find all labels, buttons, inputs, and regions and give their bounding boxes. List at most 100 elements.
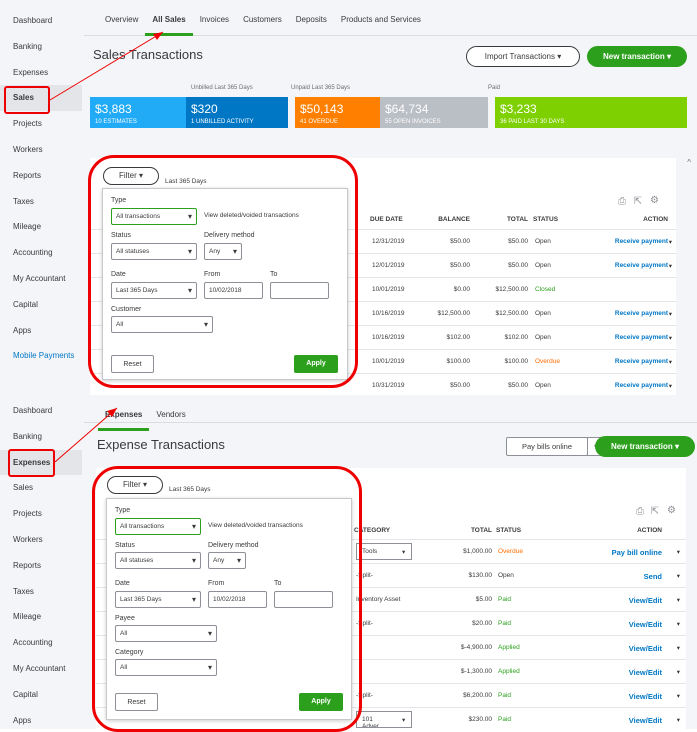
money-tile-3[interactable]: $64,734 55 OPEN INVOICES [380, 97, 488, 128]
sidebar-item-reports[interactable]: Reports [0, 553, 82, 579]
action-link[interactable]: View/Edit [629, 644, 662, 653]
sidebar-item-apps[interactable]: Apps [0, 708, 82, 729]
balance: $100.00 [446, 358, 471, 365]
action-link[interactable]: Pay bill online [612, 548, 662, 557]
status: Open [535, 310, 551, 317]
action-dropdown-icon[interactable]: ▾ [669, 310, 672, 318]
sidebar: Dashboard Banking Expenses Sales Projects Wor… [0, 395, 82, 729]
status: Applied [498, 668, 520, 675]
action-link[interactable]: Send [644, 572, 662, 581]
receive-payment-link[interactable]: Receive payment [615, 382, 668, 389]
sidebar-item-reports[interactable]: Reports [0, 163, 82, 189]
action-link[interactable]: View/Edit [629, 620, 662, 629]
money-label: 1 UNBILLED ACTIVITY [191, 119, 254, 125]
total: $50.00 [508, 262, 528, 269]
action-dropdown-icon[interactable]: ▾ [677, 620, 680, 628]
action-dropdown-icon[interactable]: ▾ [677, 548, 680, 556]
sidebar-item-taxes[interactable]: Taxes [0, 189, 82, 215]
sidebar-item-expenses[interactable]: Expenses [0, 60, 82, 86]
action-dropdown-icon[interactable]: ▾ [677, 692, 680, 700]
sidebar-item-mobile-payments[interactable]: Mobile Payments [0, 343, 82, 369]
action-dropdown-icon[interactable]: ▾ [669, 382, 672, 390]
action-dropdown-icon[interactable]: ▾ [677, 596, 680, 604]
category-dropdown-icon[interactable]: ▾ [402, 716, 405, 724]
balance: $0.00 [453, 286, 470, 293]
tab-invoices[interactable]: Invoices [193, 0, 236, 36]
money-tile-2[interactable]: $50,143 41 OVERDUE [295, 97, 380, 128]
settings-icon[interactable]: ⚙ [667, 505, 676, 516]
sidebar: Dashboard Banking Expenses Sales Projects Wor… [0, 0, 82, 395]
action-dropdown-icon[interactable]: ▾ [677, 572, 680, 580]
status: Overdue [535, 358, 560, 365]
sidebar-item-taxes[interactable]: Taxes [0, 579, 82, 605]
sidebar-item-projects[interactable]: Projects [0, 111, 82, 137]
pay-bills-online-button[interactable]: Pay bills online▾ [506, 437, 605, 456]
unpaid-label: Unpaid Last 365 Days [291, 85, 351, 91]
sidebar-item-capital[interactable]: Capital [0, 682, 82, 708]
sidebar-item-sales[interactable]: Sales [0, 475, 82, 501]
tab-overview[interactable]: Overview [98, 0, 145, 36]
receive-payment-link[interactable]: Receive payment [615, 358, 668, 365]
money-tile-4[interactable]: $3,233 36 PAID LAST 30 DAYS [495, 97, 687, 128]
action-dropdown-icon[interactable]: ▾ [669, 358, 672, 366]
due-date: 10/16/2019 [372, 310, 405, 317]
money-tile-0[interactable]: $3,883 10 ESTIMATES [90, 97, 186, 128]
action-dropdown-icon[interactable]: ▾ [677, 668, 680, 676]
sidebar-item-mileage[interactable]: Mileage [0, 604, 82, 630]
action-dropdown-icon[interactable]: ▾ [669, 334, 672, 342]
action-link[interactable]: View/Edit [629, 596, 662, 605]
money-tile-1[interactable]: $320 1 UNBILLED ACTIVITY [186, 97, 288, 128]
action-link[interactable]: View/Edit [629, 668, 662, 677]
sidebar-item-dashboard[interactable]: Dashboard [0, 8, 82, 34]
sidebar-item-banking[interactable]: Banking [0, 34, 82, 60]
sidebar-item-my-accountant[interactable]: My Accountant [0, 266, 82, 292]
action-link[interactable]: View/Edit [629, 692, 662, 701]
action-dropdown-icon[interactable]: ▾ [669, 262, 672, 270]
status: Open [535, 334, 551, 341]
collapse-icon[interactable]: ^ [687, 158, 691, 167]
sidebar-item-workers[interactable]: Workers [0, 527, 82, 553]
receive-payment-link[interactable]: Receive payment [615, 262, 668, 269]
tab-products-and-services[interactable]: Products and Services [334, 0, 428, 36]
tabs: Expenses Vendors [84, 395, 697, 431]
sidebar-item-mileage[interactable]: Mileage [0, 214, 82, 240]
category-dropdown-icon[interactable]: ▾ [402, 548, 405, 556]
sidebar-item-workers[interactable]: Workers [0, 137, 82, 163]
balance: $12,500.00 [437, 310, 470, 317]
action-dropdown-icon[interactable]: ▾ [677, 644, 680, 652]
tab-vendors[interactable]: Vendors [149, 395, 192, 431]
action-dropdown-icon[interactable]: ▾ [669, 238, 672, 246]
sidebar-item-projects[interactable]: Projects [0, 501, 82, 527]
tab-all-sales[interactable]: All Sales [145, 0, 193, 36]
receive-payment-link[interactable]: Receive payment [615, 310, 668, 317]
new-transaction-button[interactable]: New transaction ▾ [595, 436, 695, 457]
tab-customers[interactable]: Customers [236, 0, 289, 36]
sidebar-item-banking[interactable]: Banking [0, 424, 82, 450]
tab-expenses[interactable]: Expenses [98, 395, 150, 431]
sidebar-item-dashboard[interactable]: Dashboard [0, 398, 82, 424]
sidebar-item-apps[interactable]: Apps [0, 318, 82, 344]
action-link[interactable]: View/Edit [629, 716, 662, 725]
sidebar-item-my-accountant[interactable]: My Accountant [0, 656, 82, 682]
import-transactions-button[interactable]: Import Transactions ▾ [466, 46, 580, 67]
receive-payment-link[interactable]: Receive payment [615, 334, 668, 341]
due-date: 10/16/2019 [372, 334, 405, 341]
sidebar-item-accounting[interactable]: Accounting [0, 630, 82, 656]
status: Closed [535, 286, 556, 293]
action-dropdown-icon[interactable]: ▾ [677, 716, 680, 724]
export-icon[interactable]: ⇱ [651, 506, 659, 517]
total: $130.00 [468, 572, 493, 579]
sidebar-item-accounting[interactable]: Accounting [0, 240, 82, 266]
money-amount: $64,734 [385, 102, 429, 116]
settings-icon[interactable]: ⚙ [650, 195, 659, 206]
total: $20.00 [472, 620, 492, 627]
print-icon[interactable]: ⎙ [618, 196, 626, 207]
print-icon[interactable]: ⎙ [636, 506, 644, 517]
new-transaction-button[interactable]: New transaction ▾ [587, 46, 687, 67]
sidebar-item-capital[interactable]: Capital [0, 292, 82, 318]
balance: $50.00 [450, 382, 470, 389]
money-label: 55 OPEN INVOICES [385, 119, 441, 125]
receive-payment-link[interactable]: Receive payment [615, 238, 668, 245]
export-icon[interactable]: ⇱ [634, 196, 642, 207]
tab-deposits[interactable]: Deposits [289, 0, 334, 36]
